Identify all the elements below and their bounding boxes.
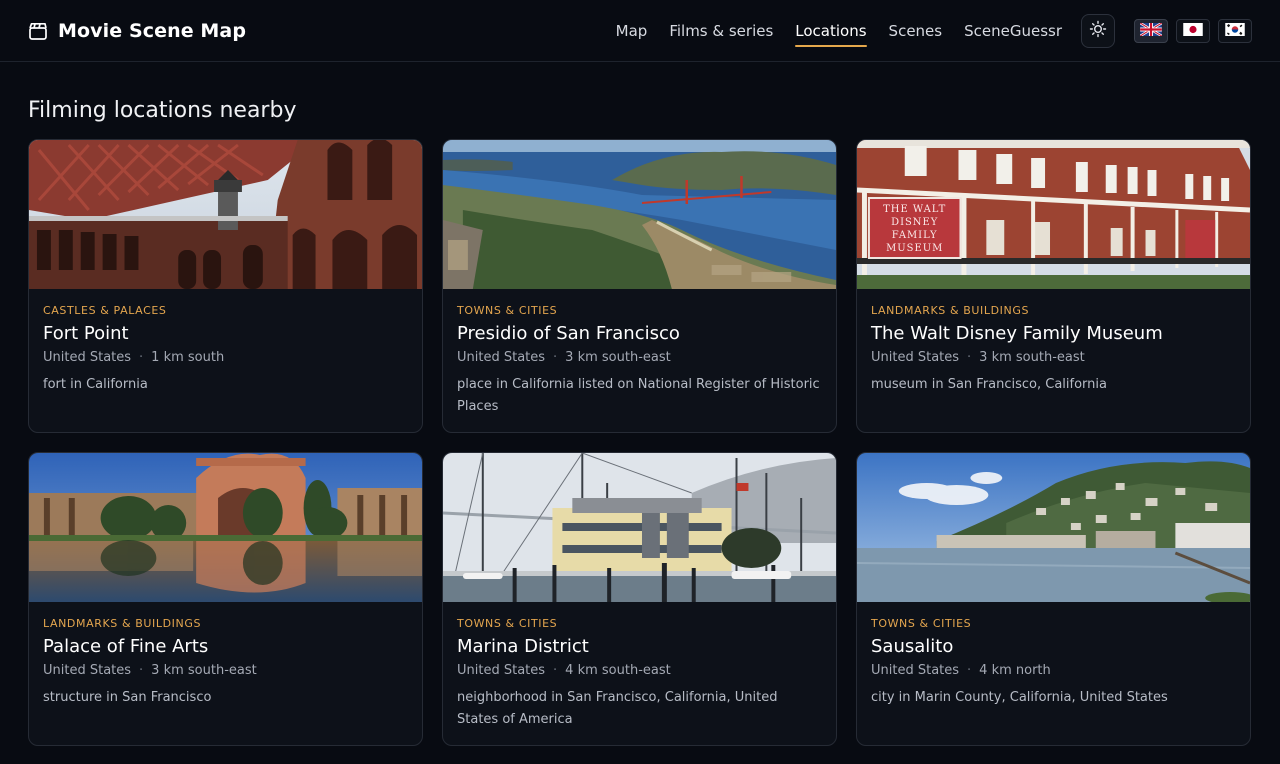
location-distance: 3 km south-east xyxy=(151,663,257,678)
app-title: Movie Scene Map xyxy=(58,19,247,42)
separator-dot: · xyxy=(967,663,972,678)
location-distance: 4 km north xyxy=(979,663,1051,678)
location-name: Palace of Fine Arts xyxy=(43,636,209,657)
separator-dot: · xyxy=(553,350,558,365)
location-photo xyxy=(443,453,836,602)
card-body: LANDMARKS & BUILDINGS The Walt Disney Fa… xyxy=(857,289,1250,396)
location-meta: United States · 3 km south-east xyxy=(871,350,1236,365)
location-name: Fort Point xyxy=(43,323,129,344)
card-body: TOWNS & CITIES Sausalito United States ·… xyxy=(857,602,1250,709)
location-distance: 3 km south-east xyxy=(979,350,1085,365)
location-country: United States xyxy=(43,350,132,365)
card-body: TOWNS & CITIES Presidio of San Francisco… xyxy=(443,289,836,418)
nav-scenes[interactable]: Scenes xyxy=(889,18,943,44)
location-photo xyxy=(443,140,836,289)
svg-text:MUSEUM: MUSEUM xyxy=(886,243,943,254)
location-meta: United States · 3 km south-east xyxy=(457,350,822,365)
separator-dot: · xyxy=(553,663,558,678)
location-description: neighborhood in San Francisco, Californi… xyxy=(457,690,778,727)
card-body: LANDMARKS & BUILDINGS Palace of Fine Art… xyxy=(29,602,422,709)
nav-map[interactable]: Map xyxy=(616,18,648,44)
top-bar: Movie Scene Map Map Films & series Locat… xyxy=(0,0,1280,62)
japan-flag-icon xyxy=(1183,21,1203,40)
location-card[interactable]: LANDMARKS & BUILDINGS Palace of Fine Art… xyxy=(28,452,423,746)
language-korean-button[interactable] xyxy=(1218,18,1252,43)
location-meta: United States · 3 km south-east xyxy=(43,663,408,678)
main-nav: Map Films & series Locations Scenes Scen… xyxy=(594,13,1252,48)
location-name: Sausalito xyxy=(871,636,954,657)
location-photo: THE WALT DISNEY FAMILY MUSEUM xyxy=(857,140,1250,289)
location-photo xyxy=(29,453,422,602)
location-card[interactable]: TOWNS & CITIES Presidio of San Francisco… xyxy=(442,139,837,433)
main-content: Filming locations nearby CASTLES & PALAC… xyxy=(0,62,1280,746)
location-category: TOWNS & CITIES xyxy=(871,617,972,630)
location-country: United States xyxy=(871,663,960,678)
location-distance: 1 km south xyxy=(151,350,225,365)
svg-text:DISNEY: DISNEY xyxy=(891,217,938,228)
card-body: TOWNS & CITIES Marina District United St… xyxy=(443,602,836,731)
location-description: structure in San Francisco xyxy=(43,690,212,705)
location-distance: 3 km south-east xyxy=(565,350,671,365)
separator-dot: · xyxy=(967,350,972,365)
location-name: The Walt Disney Family Museum xyxy=(871,323,1163,344)
location-photo xyxy=(29,140,422,289)
location-photo xyxy=(857,453,1250,602)
brand[interactable]: Movie Scene Map xyxy=(28,20,246,42)
location-description: fort in California xyxy=(43,377,148,392)
korea-flag-icon xyxy=(1225,21,1245,40)
location-country: United States xyxy=(457,350,546,365)
location-card[interactable]: CASTLES & PALACES Fort Point United Stat… xyxy=(28,139,423,433)
location-description: city in Marin County, California, United… xyxy=(871,690,1168,705)
location-card[interactable]: TOWNS & CITIES Sausalito United States ·… xyxy=(856,452,1251,746)
location-meta: United States · 4 km south-east xyxy=(457,663,822,678)
sun-icon xyxy=(1089,20,1107,42)
language-japanese-button[interactable] xyxy=(1176,18,1210,43)
location-category: LANDMARKS & BUILDINGS xyxy=(871,304,1030,317)
location-meta: United States · 1 km south xyxy=(43,350,408,365)
location-name: Marina District xyxy=(457,636,589,657)
language-english-button[interactable] xyxy=(1134,18,1168,43)
location-category: CASTLES & PALACES xyxy=(43,304,167,317)
separator-dot: · xyxy=(139,350,144,365)
location-meta: United States · 4 km north xyxy=(871,663,1236,678)
locations-grid: CASTLES & PALACES Fort Point United Stat… xyxy=(28,139,1252,746)
location-country: United States xyxy=(43,663,132,678)
location-card[interactable]: TOWNS & CITIES Marina District United St… xyxy=(442,452,837,746)
nav-locations[interactable]: Locations xyxy=(795,18,867,47)
location-name: Presidio of San Francisco xyxy=(457,323,680,344)
location-description: place in California listed on National R… xyxy=(457,377,820,414)
location-category: TOWNS & CITIES xyxy=(457,617,558,630)
location-country: United States xyxy=(871,350,960,365)
svg-text:THE WALT: THE WALT xyxy=(883,204,946,215)
uk-flag-icon xyxy=(1139,21,1163,40)
section-title: Filming locations nearby xyxy=(28,98,297,123)
clapperboard-icon xyxy=(28,21,48,41)
card-body: CASTLES & PALACES Fort Point United Stat… xyxy=(29,289,422,396)
nav-films-series[interactable]: Films & series xyxy=(669,18,773,44)
nav-sceneguessr[interactable]: SceneGuessr xyxy=(964,18,1062,44)
location-description: museum in San Francisco, California xyxy=(871,377,1107,392)
location-category: TOWNS & CITIES xyxy=(457,304,558,317)
location-category: LANDMARKS & BUILDINGS xyxy=(43,617,202,630)
location-card[interactable]: THE WALT DISNEY FAMILY MUSEUM LANDMARKS … xyxy=(856,139,1251,433)
theme-toggle-button[interactable] xyxy=(1081,13,1115,48)
language-switcher xyxy=(1134,18,1252,43)
svg-text:FAMILY: FAMILY xyxy=(892,230,938,241)
location-distance: 4 km south-east xyxy=(565,663,671,678)
location-country: United States xyxy=(457,663,546,678)
separator-dot: · xyxy=(139,663,144,678)
